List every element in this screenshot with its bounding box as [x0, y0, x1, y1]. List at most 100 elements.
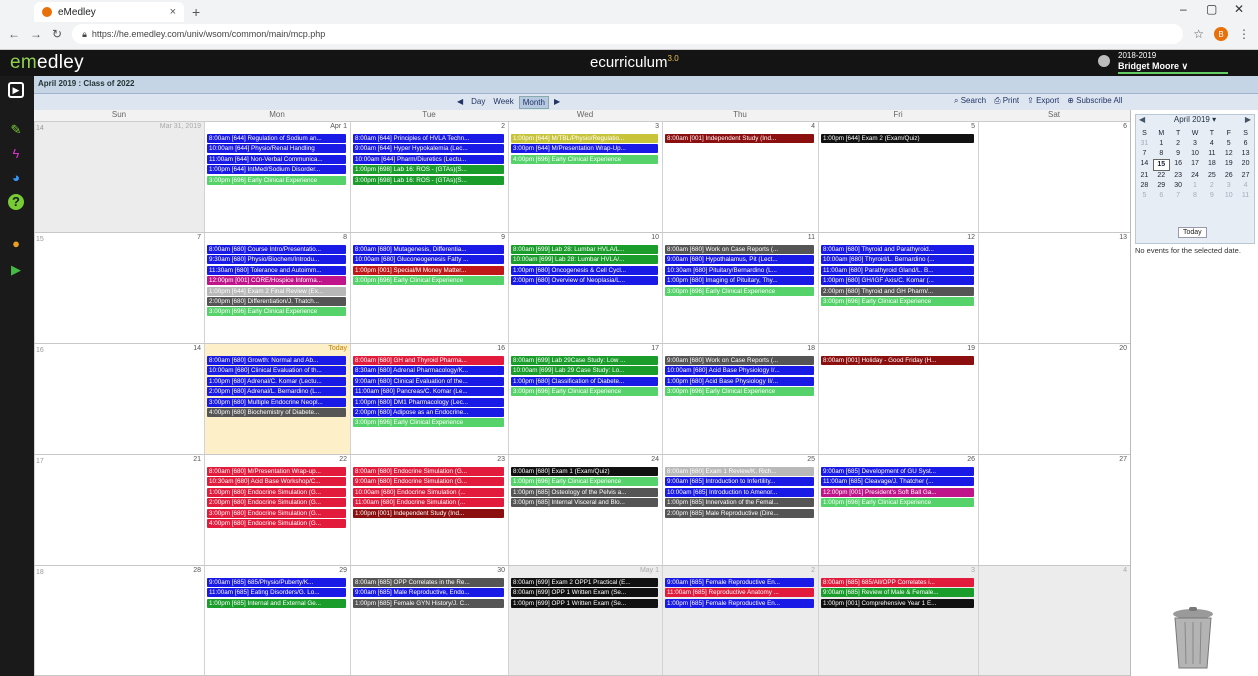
day-number[interactable]: 17: [651, 345, 659, 352]
day-cell[interactable]: 19 8:00am [001] Holiday - Good Friday (H.…: [818, 344, 978, 454]
day-number[interactable]: 27: [1119, 456, 1127, 463]
day-number[interactable]: 2: [501, 123, 505, 130]
mini-day[interactable]: 3: [1220, 181, 1237, 191]
cookies-icon[interactable]: ●: [8, 236, 24, 252]
calendar-event[interactable]: 11:00am [680] Pancreas/C. Komar (Le...: [353, 387, 504, 397]
calendar-event[interactable]: 1:00pm [680] Endocrine Simulation (G...: [207, 487, 346, 497]
day-cell[interactable]: 25 8:00am [680] Exam 1 Review/K. Rich... 9…: [662, 455, 818, 565]
mini-day[interactable]: 11: [1203, 149, 1220, 159]
calendar-event[interactable]: 9:00am [685] Introduction to Infertility…: [665, 477, 814, 487]
day-number[interactable]: 26: [967, 456, 975, 463]
calendar-event[interactable]: 8:00am [680] Course Intro/Presentatio...: [207, 245, 346, 254]
help-icon[interactable]: ?: [8, 194, 24, 210]
star-icon[interactable]: ☆: [1193, 27, 1204, 41]
calendar-event[interactable]: 3:00pm [680] Multiple Endocrine Neopl...: [207, 397, 346, 407]
calendar-event[interactable]: 10:00am [699] Lab 29 Case Study: Lo...: [511, 366, 658, 376]
calendar-event[interactable]: 8:00am [644] Principles of HVLA Techn...: [353, 134, 504, 143]
calendar-event[interactable]: 12:00pm [001] CORE/Hospice Informa...: [207, 276, 346, 286]
day-number[interactable]: Apr 1: [330, 123, 347, 130]
day-cell[interactable]: 22 8:00am [680] M/Presentation Wrap-up...…: [204, 455, 350, 565]
calendar-event[interactable]: 8:00am [685] 685/All/OPP Correlates i...: [821, 578, 974, 587]
user-name[interactable]: Bridget Moore ∨: [1118, 61, 1188, 71]
calendar-event[interactable]: 9:00am [685] Male Reproductive, Endo...: [353, 588, 504, 598]
day-number[interactable]: 5: [971, 123, 975, 130]
mini-day[interactable]: 20: [1237, 159, 1254, 171]
day-cell[interactable]: 10 8:00am [699] Lab 28: Lumbar HVLA/L... 1…: [508, 233, 662, 343]
calendar-event[interactable]: 3:00pm [698] Lab 16: ROS - (GTAs)(S...: [353, 175, 504, 185]
day-cell[interactable]: 11 8:00am [680] Work on Case Reports (...…: [662, 233, 818, 343]
calendar-event[interactable]: 9:00am [644] Hyper Hypokalemia (Lec...: [353, 144, 504, 154]
mini-day[interactable]: 8: [1153, 149, 1170, 159]
pie-chart-icon[interactable]: ◕: [8, 170, 24, 186]
calendar-event[interactable]: 1:00pm [680] DM1 Pharmacology (Lec...: [353, 397, 504, 407]
calendar-event[interactable]: 8:00am [680] GH and Thyroid Pharma...: [353, 356, 504, 365]
next-button[interactable]: ▶: [551, 96, 563, 109]
calendar-event[interactable]: 1:00pm [680] Oncogenesis & Cell Cycl...: [511, 265, 658, 275]
day-cell[interactable]: 27: [978, 455, 1130, 565]
calendar-event[interactable]: 3:00pm [696] Early Clinical Experience: [353, 276, 504, 286]
mini-prev-icon[interactable]: ◀: [1139, 115, 1145, 124]
week-view-button[interactable]: Week: [490, 96, 516, 109]
calendar-event[interactable]: 11:00am [685] Eating Disorders/G. Lo...: [207, 588, 346, 598]
calendar-event[interactable]: 1:00pm [001] Comprehensive Year 1 E...: [821, 598, 974, 608]
day-cell[interactable]: 18 9:00am [680] Work on Case Reports (...…: [662, 344, 818, 454]
day-number[interactable]: 16: [497, 345, 505, 352]
calendar-event[interactable]: 8:00am [680] Thyroid and Parathyroid...: [821, 245, 974, 254]
calendar-event[interactable]: 10:00am [680] Thyroid/L. Bernardino (...: [821, 255, 974, 265]
calendar-event[interactable]: 8:00am [680] Exam 1 (Exam/Quiz): [511, 467, 658, 476]
month-view-button[interactable]: Month: [518, 96, 549, 109]
close-tab-icon[interactable]: ×: [170, 6, 176, 18]
calendar-event[interactable]: 8:00am [680] Growth: Normal and Ab...: [207, 356, 346, 365]
calendar-event[interactable]: 1:00pm [001] Independent Study (Ind...: [353, 508, 504, 518]
reload-icon[interactable]: ↻: [52, 27, 62, 41]
mini-day[interactable]: 7: [1136, 149, 1153, 159]
calendar-event[interactable]: 3:00pm [696] Early Clinical Experience: [207, 175, 346, 185]
calendar-event[interactable]: 12:00pm [001] President's Soft Ball Ga..…: [821, 487, 974, 497]
mini-day[interactable]: 3: [1187, 139, 1204, 149]
mini-day[interactable]: 22: [1153, 171, 1170, 181]
calendar-event[interactable]: 10:00am [680] Acid Base Physiology I/...: [665, 366, 814, 376]
calendar-event[interactable]: 1:00pm [698] Lab 16: ROS - (GTAs)(S...: [353, 165, 504, 175]
calendar-event[interactable]: 8:00am [680] Work on Case Reports (...: [665, 245, 814, 254]
mini-day[interactable]: 6: [1153, 191, 1170, 201]
user-menu[interactable]: 2018-2019 Bridget Moore ∨: [1118, 51, 1188, 72]
day-cell[interactable]: 3 8:00am [685] 685/All/OPP Correlates i..…: [818, 566, 978, 675]
mini-day[interactable]: 17: [1187, 159, 1204, 171]
day-cell[interactable]: 29 9:00am [685] 685/Physio/Puberty/K... 11…: [204, 566, 350, 675]
day-cell[interactable]: 23 8:00am [680] Endocrine Simulation (G..…: [350, 455, 508, 565]
prev-button[interactable]: ◀: [454, 96, 466, 109]
calendar-event[interactable]: 8:00am [644] Regulation of Sodium an...: [207, 134, 346, 143]
calendar-event[interactable]: 2:00pm [680] Overview of Neoplasia/L...: [511, 276, 658, 286]
day-cell[interactable]: 9 8:00am [680] Mutagenesis, Differentia..…: [350, 233, 508, 343]
day-number[interactable]: 3: [971, 567, 975, 574]
mini-day[interactable]: 18: [1203, 159, 1220, 171]
calendar-event[interactable]: 8:00am [699] OPP 1 Written Exam (Se...: [511, 588, 658, 598]
calendar-event[interactable]: 9:00am [680] Work on Case Reports (...: [665, 356, 814, 365]
calendar-event[interactable]: 1:00pm [001] Special/M Money Matter...: [353, 265, 504, 275]
calendar-event[interactable]: 3:00pm [685] Internal Visceral and Blo..…: [511, 498, 658, 508]
calendar-event[interactable]: 9:30am [680] Physio/Biochem/Introdu...: [207, 255, 346, 265]
day-number[interactable]: Today: [328, 345, 347, 352]
browser-tab[interactable]: eMedley ×: [34, 2, 184, 22]
calendar-event[interactable]: 10:00am [680] Clinical Evaluation of th.…: [207, 366, 346, 376]
day-cell[interactable]: 28: [34, 566, 204, 675]
mini-day[interactable]: 7: [1170, 191, 1187, 201]
day-cell[interactable]: 2 9:00am [685] Female Reproductive En... 1…: [662, 566, 818, 675]
day-cell[interactable]: 4: [978, 566, 1130, 675]
mini-day[interactable]: 15: [1152, 159, 1170, 171]
pencil-icon[interactable]: ✎: [8, 122, 24, 138]
trash-can-icon[interactable]: [1171, 606, 1215, 670]
calendar-event[interactable]: 10:00am [685] Introduction to Amenor...: [665, 487, 814, 497]
day-number[interactable]: 30: [497, 567, 505, 574]
print-button[interactable]: ⎙ Print: [994, 96, 1019, 106]
calendar-event[interactable]: 1:00pm [644] Exam 2 Final Review (Ex...: [207, 286, 346, 296]
export-button[interactable]: ⇪ Export: [1027, 96, 1059, 106]
mini-day[interactable]: 5: [1136, 191, 1153, 201]
calendar-event[interactable]: 1:00pm [644] M/TBL/Physio/Regulatio...: [511, 134, 658, 143]
calendar-event[interactable]: 1:00pm [680] Imaging of Pituitary, Thy..…: [665, 276, 814, 286]
calendar-event[interactable]: 1:00pm [680] Adrenal/C. Komar (Lectu...: [207, 376, 346, 386]
day-cell[interactable]: 8 8:00am [680] Course Intro/Presentatio..…: [204, 233, 350, 343]
calendar-event[interactable]: 8:00am [685] OPP Correlates in the Re...: [353, 578, 504, 587]
day-number[interactable]: Mar 31, 2019: [160, 123, 201, 130]
calendar-event[interactable]: 9:00am [685] Female Reproductive En...: [665, 578, 814, 587]
